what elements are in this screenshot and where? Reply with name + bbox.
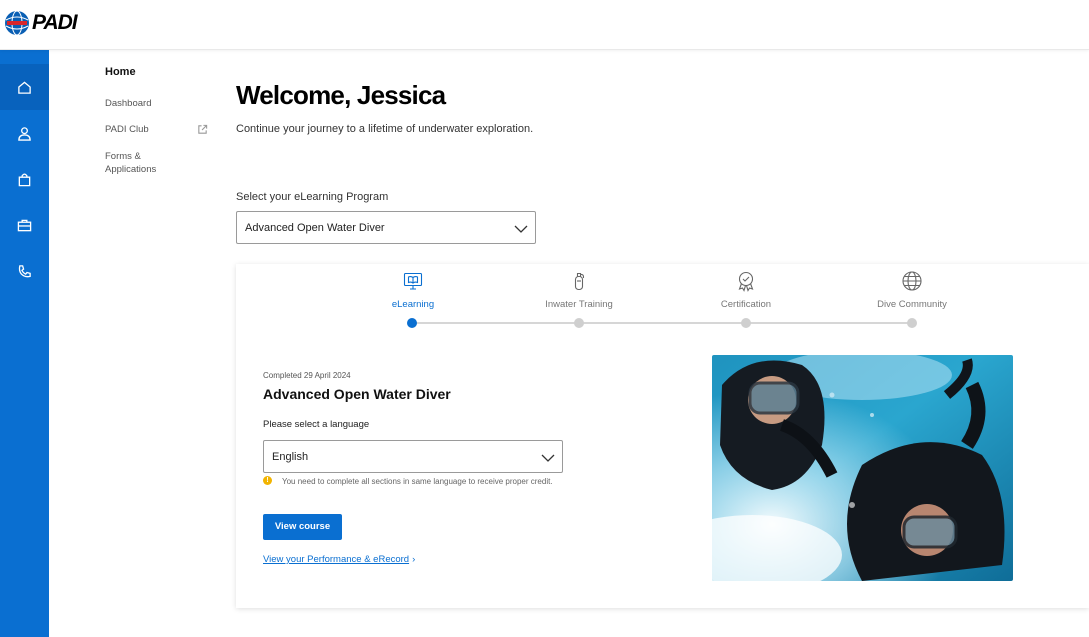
page-subtitle: Continue your journey to a lifetime of u… [236,123,534,135]
step-dot-certification [741,318,751,328]
subnav-dashboard[interactable]: Dashboard [105,97,151,110]
step-dot-inwater-training [574,318,584,328]
rail-item-business[interactable] [0,202,49,248]
left-rail [0,50,49,637]
step-label: eLearning [391,299,435,310]
rail-item-shop[interactable] [0,156,49,202]
subnav-forms-line1: Forms & [105,151,141,162]
chevron-right-icon: › [412,554,416,565]
language-warning: ! You need to complete all sections in s… [263,476,563,487]
course-title: Advanced Open Water Diver [263,386,451,402]
view-course-button[interactable]: View course [263,514,342,540]
language-select[interactable]: English [263,440,563,473]
home-icon [18,80,31,94]
top-header: PADI [0,0,1089,50]
step-certification[interactable]: Certification [686,270,806,310]
phone-icon [18,264,31,277]
step-dot-elearning [407,318,417,328]
warning-icon: ! [263,476,272,485]
scuba-tank-icon [574,272,585,291]
step-dot-dive-community [907,318,917,328]
warning-text: You need to complete all sections in sam… [282,477,553,486]
step-label: Certification [720,299,772,310]
performance-erecord-link[interactable]: View your Performance & eRecord › [263,554,415,565]
subnav-forms-line2: Applications [105,164,157,175]
page-title: Welcome, Jessica [236,80,446,110]
chevron-down-icon [514,225,528,233]
course-card: eLearning Inwater Training Certification… [236,264,1089,608]
shopping-bag-icon [18,172,31,186]
step-dive-community[interactable]: Dive Community [852,270,972,310]
rail-item-home[interactable] [0,64,49,110]
external-link-icon [197,122,208,134]
program-select-value: Advanced Open Water Diver [245,222,385,234]
user-icon [18,126,31,141]
language-select-value: English [272,451,309,463]
program-select-label: Select your eLearning Program [236,191,389,203]
program-select[interactable]: Advanced Open Water Diver [236,211,536,244]
completion-date: Completed 29 April 2024 [263,371,351,380]
monitor-book-icon [403,272,423,290]
padi-logo[interactable]: PADI [4,10,78,36]
award-badge-icon [738,271,754,292]
padi-globe-icon [5,10,29,36]
course-hero-image [712,355,1013,581]
step-inwater-training[interactable]: Inwater Training [519,270,639,310]
subnav-padi-club[interactable]: PADI Club [105,123,149,136]
progress-track [412,322,912,324]
subnav-home[interactable]: Home [105,66,136,78]
chevron-down-icon [541,454,555,462]
briefcase-icon [17,219,32,231]
globe-icon [902,271,922,291]
step-elearning[interactable]: eLearning [353,270,473,310]
step-label: Inwater Training [545,299,613,310]
language-select-label: Please select a language [263,419,370,430]
rail-item-contact[interactable] [0,248,49,294]
step-label: Dive Community [877,299,947,310]
padi-wordmark: PADI [32,11,78,34]
rail-item-profile[interactable] [0,110,49,156]
subnav-forms-applications[interactable]: Forms & Applications [105,150,156,176]
performance-link-text: View your Performance & eRecord [263,554,410,565]
